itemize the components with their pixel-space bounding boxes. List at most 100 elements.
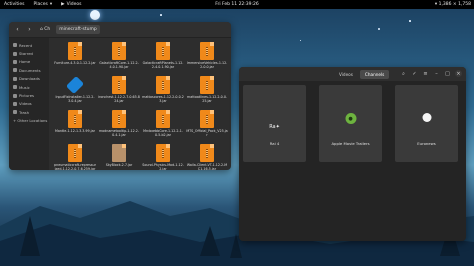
tab-channels[interactable]: Channels xyxy=(359,70,390,79)
clock[interactable]: Fri Feb 11 22:39:26 xyxy=(0,2,474,7)
download-icon xyxy=(13,76,17,81)
file-item[interactable]: InputFixInstaller-1.12.2-3.0.4.jar xyxy=(53,74,97,108)
file-item[interactable]: mattoscores-1.12.2-0.0.23.jar xyxy=(141,74,185,108)
menu-icon[interactable]: ≡ xyxy=(422,70,429,77)
file-item[interactable]: pneumaticcraft-repressurized-1.12.2-0.7.… xyxy=(53,142,97,170)
zipper-icon xyxy=(206,114,208,124)
sidebar-item-documents[interactable]: Documents xyxy=(9,66,49,74)
checkmark-icon[interactable]: ✓ xyxy=(411,70,418,77)
moon-decoration xyxy=(90,10,100,20)
file-grid: Furniture-4.3.0-1.12.2.jar GalacticraftCo… xyxy=(51,38,231,170)
file-item[interactable]: Waila-Client-VT-1.12.2-MC1.16.5.jar xyxy=(185,142,229,170)
zipper-icon xyxy=(206,80,208,90)
file-name: GalacticraftPlanets-1.12.2-4.0.1.90.jar xyxy=(142,61,184,69)
file-name: pneumaticcraft-repressurized-1.12.2-0.7.… xyxy=(54,163,96,170)
file-name: mattoscores-1.12.2-0.0.23.jar xyxy=(142,95,184,103)
files-header: ‹ › ⌂ Ch minecraft-stump xyxy=(9,22,231,38)
euronews-logo-icon xyxy=(422,113,431,122)
zipper-icon xyxy=(118,80,120,90)
close-icon[interactable]: × xyxy=(455,70,462,77)
archive-icon xyxy=(68,42,82,60)
rai4-logo-icon: Ra✦ xyxy=(269,124,280,130)
top-bar: Activities Places ▾ ▶ Videos Fri Feb 11 … xyxy=(0,0,474,9)
file-item[interactable]: MrcbxebbCore-1.12.2-1.0.5-b2.jar xyxy=(141,108,185,142)
channel-card-apple-movie-trailers[interactable]: ● Apple Movie Trailers xyxy=(319,85,382,162)
file-name: modnametooltip-1.12.2-0.4.1.jar xyxy=(98,129,140,137)
breadcrumb-current[interactable]: minecraft-stump xyxy=(56,25,100,34)
file-item[interactable]: Sound-Physics-Mod-1.12.2.jar xyxy=(141,142,185,170)
archive-icon xyxy=(156,110,170,128)
sidebar-item-home[interactable]: Home xyxy=(9,58,49,66)
sidebar-item-label: Documents xyxy=(19,67,41,73)
star-decoration xyxy=(300,40,301,41)
file-item[interactable]: ImmersiveVehicles-1.12.2-0.0.jar xyxy=(185,40,229,74)
channel-card-euronews[interactable]: Euronews xyxy=(395,85,458,162)
home-icon xyxy=(13,59,17,64)
search-icon[interactable]: ⌕ xyxy=(400,70,407,77)
zipper-icon xyxy=(74,114,76,124)
sidebar-item-label: Trash xyxy=(19,109,30,115)
archive-icon xyxy=(200,110,214,128)
file-item[interactable]: MantIe-1.12-1.3.3.99.jar xyxy=(53,108,97,142)
breadcrumb-home[interactable]: ⌂ Ch xyxy=(37,25,53,34)
archive-icon xyxy=(112,144,126,162)
sidebar-item-label: Pictures xyxy=(19,93,35,99)
channel-name: Rai 4 xyxy=(269,141,280,146)
star-decoration xyxy=(409,20,411,22)
zipper-icon xyxy=(118,114,120,124)
archive-icon xyxy=(156,144,170,162)
files-sidebar: Recent Starred Home Documents Downloads … xyxy=(9,38,49,170)
sidebar-item-recent[interactable]: Recent xyxy=(9,41,49,49)
trash-icon xyxy=(13,110,17,115)
archive-icon xyxy=(200,76,214,94)
file-name: ironchest-1.12.2-7.0.65.824.jar xyxy=(98,95,140,103)
sidebar-item-other-locations[interactable]: + Other Locations xyxy=(9,117,49,125)
star-decoration xyxy=(160,14,162,16)
sidebar-item-label: + Other Locations xyxy=(13,118,48,124)
file-name: MTS_Official_Pack_V25.jar xyxy=(186,129,228,137)
tab-videos[interactable]: Videos xyxy=(334,70,358,79)
sidebar-item-videos[interactable]: Videos xyxy=(9,100,49,108)
channel-card-rai4[interactable]: Ra✦ Rai 4 xyxy=(243,85,306,162)
sidebar-item-label: Music xyxy=(19,84,30,90)
archive-icon xyxy=(112,42,126,60)
file-item[interactable]: GalacticraftCore-1.12.2-4.0.1.90.jar xyxy=(97,40,141,74)
file-item[interactable]: Furniture-4.3.0-1.12.2.jar xyxy=(53,40,97,74)
file-item[interactable]: MTS_Official_Pack_V25.jar xyxy=(185,108,229,142)
file-name: InputFixInstaller-1.12.2-3.0.4.jar xyxy=(55,95,95,103)
sidebar-item-music[interactable]: Music xyxy=(9,83,49,91)
file-item[interactable]: modnametooltip-1.12.2-0.4.1.jar xyxy=(97,108,141,142)
file-name: ImmersiveVehicles-1.12.2-0.0.jar xyxy=(186,61,228,69)
sidebar-item-starred[interactable]: Starred xyxy=(9,49,49,57)
back-button[interactable]: ‹ xyxy=(13,25,22,34)
sidebar-item-downloads[interactable]: Downloads xyxy=(9,75,49,83)
file-name: Furniture-4.3.0-1.12.2.jar xyxy=(54,61,96,65)
zipper-icon xyxy=(206,148,208,158)
file-name: mattoatlines-1.12.2-0.0.25.jar xyxy=(187,95,227,103)
sidebar-item-pictures[interactable]: Pictures xyxy=(9,91,49,99)
file-item[interactable]: SkyBlock-2.7.jar xyxy=(97,142,141,170)
channel-name: Apple Movie Trailers xyxy=(331,141,370,146)
file-item[interactable]: ironchest-1.12.2-7.0.65.824.jar xyxy=(97,74,141,108)
file-item[interactable]: GalacticraftPlanets-1.12.2-4.0.1.90.jar xyxy=(141,40,185,74)
picture-icon xyxy=(13,93,17,98)
star-icon xyxy=(13,51,17,56)
sidebar-item-label: Downloads xyxy=(19,76,40,82)
maximize-icon[interactable]: □ xyxy=(444,70,451,77)
star-decoration xyxy=(378,28,380,30)
sidebar-item-label: Recent xyxy=(19,42,33,48)
forward-button[interactable]: › xyxy=(25,25,34,34)
music-icon xyxy=(13,85,17,90)
archive-icon xyxy=(68,144,82,162)
file-name: GalacticraftCore-1.12.2-4.0.1.90.jar xyxy=(99,61,139,69)
minimize-icon[interactable]: – xyxy=(433,70,440,77)
sidebar-item-trash[interactable]: Trash xyxy=(9,108,49,116)
sidebar-item-label: Home xyxy=(19,59,31,65)
clock-icon xyxy=(13,43,17,48)
file-item[interactable]: mattoatlines-1.12.2-0.0.25.jar xyxy=(185,74,229,108)
archive-icon xyxy=(156,42,170,60)
system-status[interactable]: ▾ 1,386 × 1,758 xyxy=(435,2,471,7)
archive-icon xyxy=(200,42,214,60)
file-name: Waila-Client-VT-1.12.2-MC1.16.5.jar xyxy=(186,163,228,170)
archive-icon xyxy=(112,110,126,128)
